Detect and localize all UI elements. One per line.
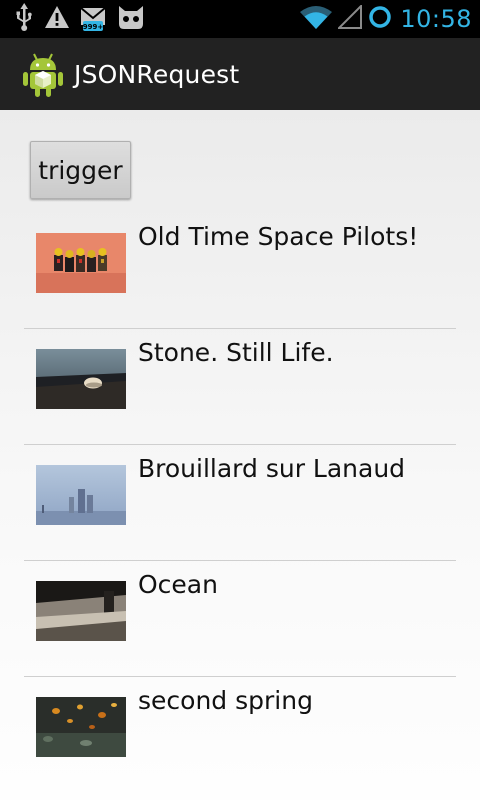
item-title: Stone. Still Life. xyxy=(138,338,334,367)
bridge-ocean-photo xyxy=(36,581,126,641)
list-item[interactable]: Brouillard sur Lanaud xyxy=(24,445,456,561)
autumn-leaves-photo xyxy=(36,697,126,757)
mail-badge: 999+ xyxy=(83,23,104,31)
foggy-statues-photo xyxy=(36,465,126,525)
android-app-icon[interactable] xyxy=(23,51,63,97)
usb-icon xyxy=(14,3,34,35)
cat-icon xyxy=(116,4,146,34)
main-content: trigger Old Time Space Pilots! Stone. St… xyxy=(0,110,480,800)
item-title: Brouillard sur Lanaud xyxy=(138,454,406,483)
list-item[interactable]: Old Time Space Pilots! xyxy=(24,213,456,329)
item-title: Ocean xyxy=(138,570,218,599)
lego-figures-photo xyxy=(36,233,126,293)
sync-ring-icon xyxy=(368,5,392,33)
warning-icon xyxy=(44,5,70,33)
stone-on-wood-photo xyxy=(36,349,126,409)
mail-icon: 999+ xyxy=(80,5,106,33)
wifi-icon xyxy=(300,5,333,33)
photo-list[interactable]: Old Time Space Pilots! Stone. Still Life… xyxy=(24,213,456,792)
action-bar: JSONRequest xyxy=(0,38,480,110)
clock: 10:58 xyxy=(400,5,472,33)
system-icons: 10:58 xyxy=(300,3,472,34)
signal-icon xyxy=(336,3,363,33)
app-title: JSONRequest xyxy=(74,59,240,89)
list-item[interactable]: Stone. Still Life. xyxy=(24,329,456,445)
status-bar: 999+ 10:58 xyxy=(0,0,480,38)
item-title: second spring xyxy=(138,686,313,715)
item-title: Old Time Space Pilots! xyxy=(138,222,419,251)
list-item[interactable]: second spring xyxy=(24,677,456,792)
list-item[interactable]: Ocean xyxy=(24,561,456,677)
notification-icons: 999+ xyxy=(14,3,146,35)
trigger-button[interactable]: trigger xyxy=(30,141,131,199)
